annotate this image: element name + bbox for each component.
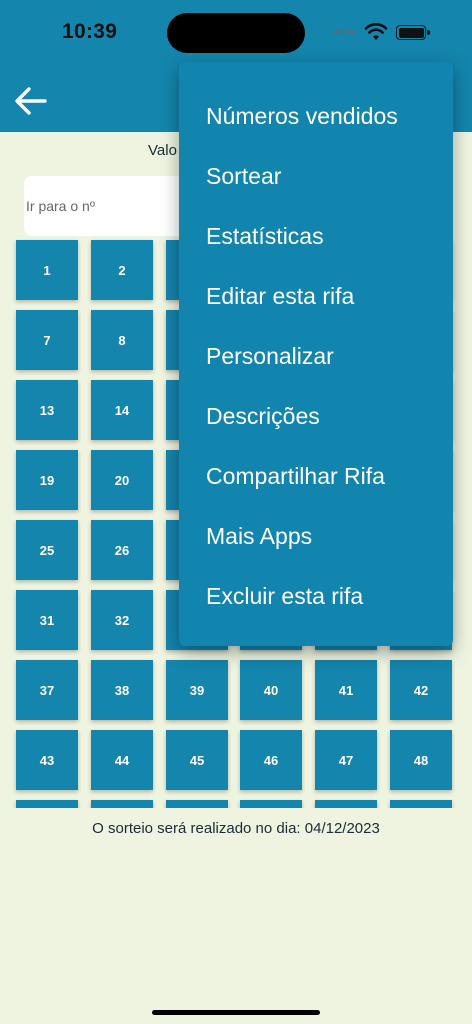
number-cell[interactable]: 38 bbox=[91, 660, 153, 720]
menu-item-sold-numbers[interactable]: Números vendidos bbox=[179, 86, 453, 146]
go-to-number-input[interactable] bbox=[24, 176, 204, 236]
menu-item-delete-raffle[interactable]: Excluir esta rifa bbox=[179, 566, 453, 626]
number-cell[interactable]: 26 bbox=[91, 520, 153, 580]
arrow-left-icon bbox=[15, 87, 47, 115]
menu-item-customize[interactable]: Personalizar bbox=[179, 326, 453, 386]
menu-item-descriptions[interactable]: Descrições bbox=[179, 386, 453, 446]
number-cell[interactable]: 19 bbox=[16, 450, 78, 510]
number-cell[interactable]: 2 bbox=[91, 240, 153, 300]
home-indicator bbox=[152, 1010, 320, 1015]
battery-icon bbox=[396, 25, 430, 40]
number-cell[interactable]: 8 bbox=[91, 310, 153, 370]
number-cell[interactable]: 53 bbox=[315, 800, 377, 808]
number-cell[interactable]: 32 bbox=[91, 590, 153, 650]
number-cell[interactable]: 39 bbox=[166, 660, 228, 720]
number-cell[interactable]: 14 bbox=[91, 380, 153, 440]
number-cell[interactable]: 1 bbox=[16, 240, 78, 300]
number-cell[interactable]: 51 bbox=[166, 800, 228, 808]
number-cell[interactable]: 44 bbox=[91, 730, 153, 790]
number-cell[interactable]: 43 bbox=[16, 730, 78, 790]
number-cell[interactable]: 20 bbox=[91, 450, 153, 510]
menu-item-more-apps[interactable]: Mais Apps bbox=[179, 506, 453, 566]
number-cell[interactable]: 52 bbox=[240, 800, 302, 808]
menu-item-edit-raffle[interactable]: Editar esta rifa bbox=[179, 266, 453, 326]
number-cell[interactable]: 31 bbox=[16, 590, 78, 650]
number-cell[interactable]: 25 bbox=[16, 520, 78, 580]
status-icons bbox=[334, 22, 434, 42]
menu-item-statistics[interactable]: Estatísticas bbox=[179, 206, 453, 266]
number-cell[interactable]: 46 bbox=[240, 730, 302, 790]
number-cell[interactable]: 7 bbox=[16, 310, 78, 370]
number-cell[interactable]: 45 bbox=[166, 730, 228, 790]
wifi-icon bbox=[364, 23, 388, 40]
menu-item-share-raffle[interactable]: Compartilhar Rifa bbox=[179, 446, 453, 506]
number-cell[interactable]: 50 bbox=[91, 800, 153, 808]
number-cell[interactable]: 54 bbox=[390, 800, 452, 808]
number-cell[interactable]: 49 bbox=[16, 800, 78, 808]
options-menu: Números vendidos Sortear Estatísticas Ed… bbox=[179, 62, 453, 646]
dynamic-island bbox=[167, 13, 305, 53]
status-time: 10:39 bbox=[62, 20, 118, 43]
number-cell[interactable]: 41 bbox=[315, 660, 377, 720]
number-cell[interactable]: 37 bbox=[16, 660, 78, 720]
draw-date-text: O sorteio será realizado no dia: 04/12/2… bbox=[92, 820, 380, 837]
signal-dots-icon bbox=[334, 30, 358, 34]
number-cell[interactable]: 47 bbox=[315, 730, 377, 790]
number-cell[interactable]: 42 bbox=[390, 660, 452, 720]
back-button[interactable] bbox=[12, 82, 50, 120]
menu-item-draw[interactable]: Sortear bbox=[179, 146, 453, 206]
number-cell[interactable]: 13 bbox=[16, 380, 78, 440]
number-cell[interactable]: 40 bbox=[240, 660, 302, 720]
number-cell[interactable]: 48 bbox=[390, 730, 452, 790]
